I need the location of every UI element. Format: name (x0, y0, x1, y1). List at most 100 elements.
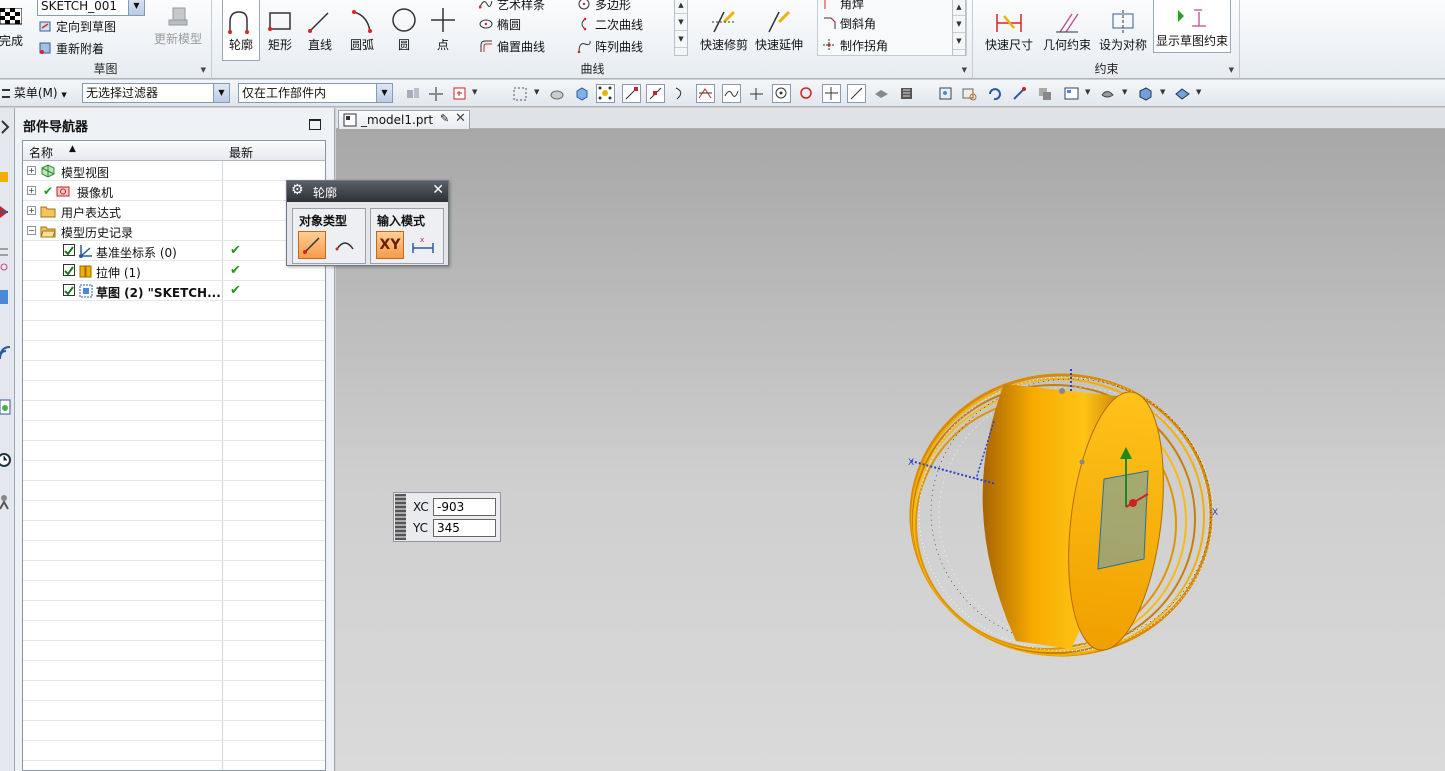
orient-view-cube-icon[interactable] (1136, 84, 1155, 103)
collapse-arrow-icon[interactable] (0, 118, 14, 136)
existing-point-icon[interactable] (822, 84, 841, 103)
selection-filter-combo[interactable]: 无选择过滤器 ▼ (82, 83, 230, 103)
tab-edit-icon[interactable]: ✎ (440, 112, 449, 125)
scroll-up-icon[interactable]: ▲ (953, 0, 965, 16)
orient-to-sketch-button[interactable]: 定向到草图 (38, 16, 116, 36)
chevron-down-icon[interactable]: ▼ (1160, 88, 1165, 96)
chevron-down-icon[interactable]: ▼ (376, 84, 392, 102)
make-symmetric-button[interactable]: 设为对称 (1095, 0, 1151, 60)
visibility-checkbox[interactable] (63, 264, 75, 276)
expand-icon[interactable]: + (27, 186, 36, 195)
point-on-face-icon[interactable] (872, 84, 891, 103)
hd3d-icon[interactable] (0, 288, 14, 306)
intersection-point-icon[interactable] (696, 84, 715, 103)
point-on-line-icon[interactable] (847, 84, 866, 103)
visibility-checkbox[interactable] (63, 284, 75, 296)
scroll-down-icon[interactable]: ▼ (953, 16, 965, 33)
chevron-down-icon[interactable]: ▼ (213, 84, 229, 102)
coordinate-mode-button[interactable]: XY (376, 231, 404, 259)
fit-view-icon[interactable] (936, 84, 955, 103)
zoom-icon[interactable] (960, 84, 979, 103)
tree-row-datum-csys[interactable]: 基准坐标系 (0) ✔ (23, 241, 325, 261)
conic-button[interactable]: 二次曲线 (577, 14, 643, 34)
pan-icon[interactable] (1010, 84, 1029, 103)
group-expand-icon[interactable]: ▼ (201, 66, 206, 74)
offset-curve-button[interactable]: 偏置曲线 (479, 36, 545, 56)
chevron-down-icon[interactable]: ▼ (1085, 88, 1090, 96)
chamfer-button[interactable]: 倒斜角 (822, 13, 876, 33)
rectangle-select-icon[interactable] (510, 84, 529, 103)
update-model-button[interactable]: 更新模型 (152, 0, 204, 60)
maximize-icon[interactable] (309, 119, 321, 130)
pattern-curve-button[interactable]: 阵列曲线 (577, 36, 643, 56)
graphics-viewport[interactable]: X X (336, 129, 1445, 771)
chevron-down-icon[interactable]: ▼ (1196, 88, 1201, 96)
tree-row-user-expressions[interactable]: + 用户表达式 (23, 201, 325, 221)
rapid-dimension-button[interactable]: 快速尺寸 (982, 0, 1036, 60)
make-corner-button[interactable]: 制作拐角 (822, 35, 888, 55)
dialog-titlebar[interactable]: ⚙ 轮廓 ✕ (287, 181, 448, 202)
visibility-checkbox[interactable] (63, 244, 75, 256)
solid-body-icon[interactable] (572, 84, 591, 103)
mid-point-icon[interactable] (646, 84, 665, 103)
perspective-icon[interactable] (1035, 84, 1054, 103)
model-view[interactable]: X X (336, 129, 1445, 771)
chevron-down-icon[interactable]: ▼ (128, 0, 144, 15)
arc-center-icon[interactable] (772, 84, 791, 103)
group-expand-icon[interactable]: ▼ (962, 66, 967, 74)
column-header-latest[interactable]: 最新 (229, 144, 253, 161)
ellipse-button[interactable]: 椭圆 (479, 14, 521, 34)
roles-icon[interactable] (0, 493, 14, 511)
collapse-icon[interactable]: − (27, 226, 36, 235)
expand-icon[interactable]: + (27, 206, 36, 215)
geometric-constraints-button[interactable]: 几何约束 (1040, 0, 1094, 60)
selection-scope-combo[interactable]: 仅在工作部件内 ▼ (238, 83, 393, 103)
object-type-line-button[interactable] (298, 231, 326, 259)
tangent-point-icon[interactable] (747, 84, 766, 103)
reattach-button[interactable]: 重新附着 (38, 38, 104, 58)
scroll-down-icon[interactable]: ▼ (675, 14, 687, 31)
scroll-up-icon[interactable]: ▲ (675, 0, 687, 14)
tree-row-model-views[interactable]: + 模型视图 (23, 161, 325, 181)
display-constraints-button[interactable]: 显示草图约束 (1153, 0, 1231, 53)
render-style-icon[interactable] (1062, 84, 1081, 103)
snap-points-icon[interactable] (596, 84, 615, 103)
tree-row-model-history[interactable]: − 模型历史记录 (23, 221, 325, 241)
move-icon[interactable] (426, 84, 445, 103)
snap-icon[interactable] (403, 84, 422, 103)
parameter-mode-button[interactable]: x (409, 231, 437, 259)
feature-icon[interactable] (547, 84, 566, 103)
column-header-name[interactable]: 名称 (29, 144, 53, 161)
close-icon[interactable]: ✕ (432, 182, 444, 198)
menu-button[interactable]: 菜单(M) ▼ (0, 83, 67, 103)
quick-extend-button[interactable]: 快速延伸 (751, 0, 807, 60)
chevron-down-icon[interactable]: ▼ (472, 88, 477, 96)
tree-row-cameras[interactable]: + ✔ 摄像机 (23, 181, 325, 201)
studio-spline-button[interactable]: 艺术样条 (479, 0, 545, 14)
assembly-navigator-icon[interactable] (0, 168, 14, 186)
xc-input[interactable] (433, 498, 496, 516)
reuse-library-icon[interactable] (0, 258, 14, 276)
profile-button[interactable]: 轮廓 (222, 0, 260, 61)
arc-button[interactable]: 圆弧 (339, 0, 385, 60)
select-type-icon[interactable] (450, 84, 469, 103)
layer-icon[interactable] (897, 84, 916, 103)
history-icon[interactable] (0, 398, 14, 416)
clock-icon[interactable] (0, 451, 14, 469)
tab-model1[interactable]: _model1.prt ✎ ✕ (338, 110, 470, 129)
close-icon[interactable]: ✕ (455, 111, 466, 126)
rotate-icon[interactable] (985, 84, 1004, 103)
yc-input[interactable] (433, 519, 496, 537)
object-type-arc-button[interactable] (331, 231, 359, 259)
point-on-curve-icon[interactable] (722, 84, 741, 103)
control-point-icon[interactable] (671, 84, 690, 103)
corner-gallery-scroll[interactable]: ▲ ▼ ▼ (952, 0, 966, 56)
gallery-expand-icon[interactable]: ▼ (953, 33, 965, 50)
quadrant-point-icon[interactable] (797, 84, 816, 103)
end-point-icon[interactable] (622, 84, 641, 103)
group-expand-icon[interactable]: ▼ (1229, 66, 1234, 74)
polygon-button[interactable]: 多边形 (577, 0, 631, 14)
web-browser-icon[interactable] (0, 343, 14, 361)
gallery-expand-icon[interactable]: ▼ (675, 31, 687, 48)
gear-icon[interactable]: ⚙ (291, 182, 304, 198)
